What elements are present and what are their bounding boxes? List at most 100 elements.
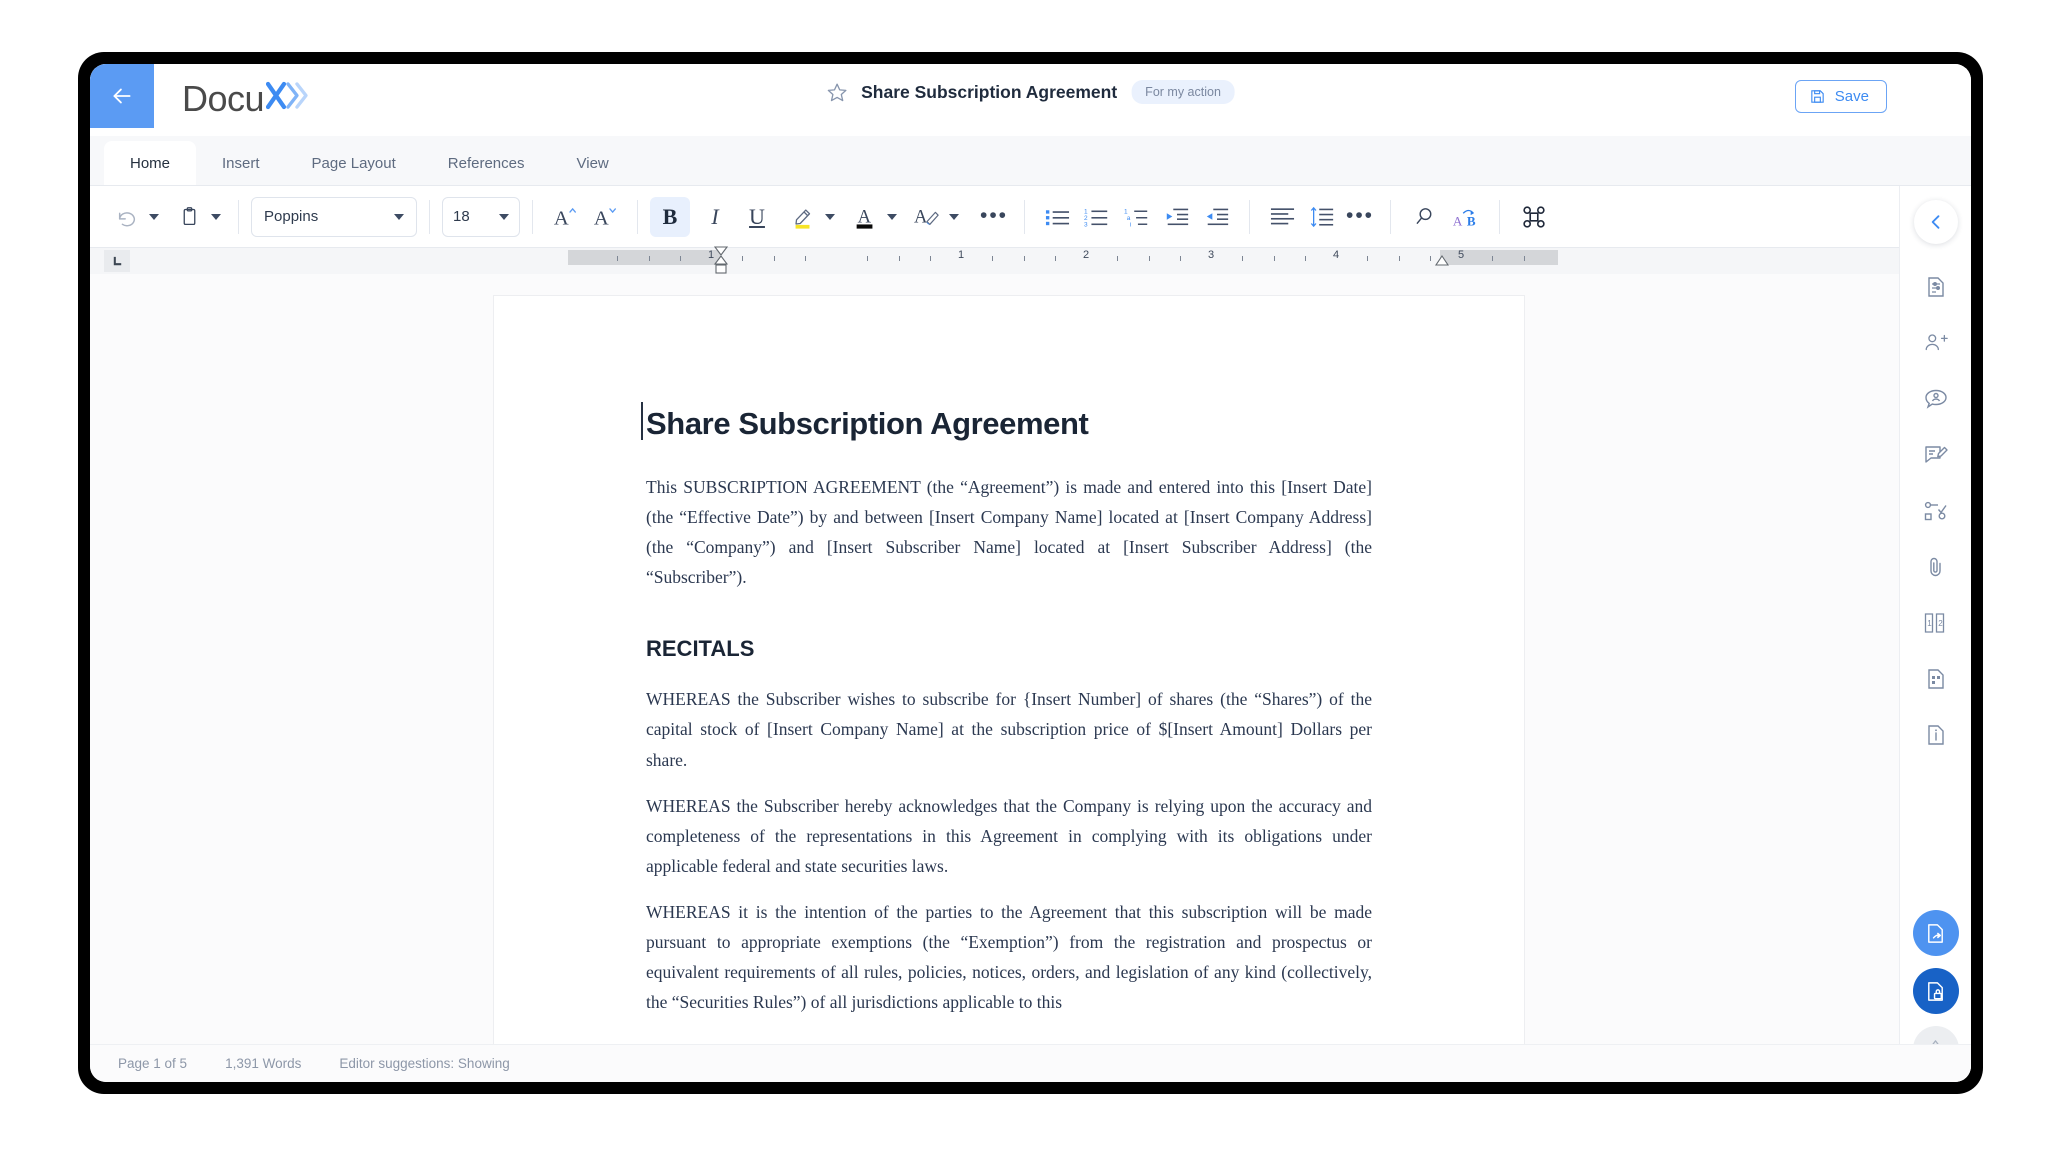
- document-lock-icon: [1928, 981, 1943, 1001]
- sidebar-item-document-properties[interactable]: [1921, 272, 1951, 302]
- save-button[interactable]: Save: [1794, 80, 1887, 113]
- tab-home[interactable]: Home: [104, 141, 197, 185]
- ruler-tick: [679, 256, 681, 261]
- document-page[interactable]: Share Subscription Agreement This SUBSCR…: [494, 296, 1524, 1044]
- bold-button[interactable]: B: [650, 196, 690, 237]
- ruler-left-margin-band: [568, 250, 720, 265]
- collapse-panel-button[interactable]: [1913, 200, 1958, 244]
- tab-page-layout[interactable]: Page Layout: [286, 141, 422, 185]
- document-section-heading: RECITALS: [646, 636, 755, 662]
- chevron-down-icon: [825, 213, 835, 220]
- page-indicator[interactable]: Page 1 of 5: [118, 1056, 187, 1071]
- ruler-tick: [1242, 256, 1244, 261]
- paste-button[interactable]: [172, 197, 206, 237]
- add-person-icon: [1925, 334, 1948, 351]
- document-properties-icon: [1927, 277, 1944, 297]
- svg-text:A: A: [1453, 213, 1463, 228]
- font-color-dropdown[interactable]: [882, 213, 902, 220]
- document-title-area: Share Subscription Agreement For my acti…: [826, 80, 1235, 104]
- multilevel-list-button[interactable]: 1 a i: [1117, 197, 1157, 237]
- x-chevron-icon: [265, 81, 308, 110]
- right-indent-marker[interactable]: [1434, 255, 1450, 274]
- toolbar-divider: [1024, 199, 1025, 234]
- decrease-font-size-button[interactable]: A: [585, 197, 625, 237]
- text-effects-dropdown[interactable]: [944, 213, 964, 220]
- underline-button[interactable]: U: [740, 197, 774, 237]
- document-paragraph-recital-1: WHEREAS the Subscriber wishes to subscri…: [646, 689, 1372, 770]
- save-label: Save: [1834, 88, 1869, 105]
- word-count[interactable]: 1,391 Words: [225, 1056, 301, 1071]
- align-left-icon: [1270, 207, 1294, 224]
- document-heading-text: Share Subscription Agreement: [646, 406, 1089, 441]
- clipboard-icon: [183, 207, 195, 226]
- editor-suggestions-status[interactable]: Editor suggestions: Showing: [339, 1056, 509, 1071]
- highlight-dropdown[interactable]: [820, 213, 840, 220]
- ruler-tick: [1398, 256, 1400, 261]
- decrease-indent-button[interactable]: [1157, 197, 1197, 237]
- undo-button[interactable]: [110, 197, 144, 237]
- document-body[interactable]: Share Subscription Agreement This SUBSCR…: [494, 296, 1524, 1017]
- ruler-tick: [1492, 256, 1494, 261]
- paste-dropdown[interactable]: [206, 213, 226, 220]
- svg-text:B: B: [1467, 213, 1476, 228]
- top-bar: Docu Share Subscription Agreement For my…: [90, 64, 1971, 136]
- back-button[interactable]: [90, 64, 154, 128]
- sidebar-item-review-edit[interactable]: [1921, 440, 1951, 470]
- tab-stop-selector[interactable]: [104, 250, 130, 272]
- search-button[interactable]: [1403, 197, 1445, 237]
- italic-button[interactable]: I: [698, 197, 732, 237]
- shortcuts-button[interactable]: [1512, 197, 1556, 237]
- ruler-tick: [898, 256, 900, 261]
- favorite-star-icon[interactable]: [826, 82, 847, 103]
- tab-references[interactable]: References: [422, 141, 551, 185]
- more-paragraph-options-button[interactable]: •••: [1342, 197, 1378, 237]
- font-size-select[interactable]: 18: [442, 196, 520, 237]
- svg-text:A: A: [553, 208, 568, 229]
- sidebar-item-compare-documents[interactable]: 1 2: [1921, 608, 1951, 638]
- ribbon-tabs: Home Insert Page Layout References View: [90, 136, 1971, 186]
- text-effects-button[interactable]: A: [910, 197, 944, 237]
- ruler-tick: [617, 256, 619, 261]
- undo-dropdown[interactable]: [144, 213, 164, 220]
- font-color-button[interactable]: A: [848, 197, 882, 237]
- chevron-down-icon: [887, 213, 897, 220]
- sidebar-item-document-info[interactable]: [1921, 720, 1951, 750]
- ruler-tick: [648, 256, 650, 261]
- chevron-down-icon: [394, 213, 404, 220]
- bulleted-list-button[interactable]: [1037, 197, 1077, 237]
- ruler-tick: [804, 256, 806, 261]
- app-logo[interactable]: Docu: [182, 78, 310, 120]
- sidebar-item-comment-person[interactable]: [1921, 384, 1951, 414]
- chevron-down-icon: [149, 213, 159, 220]
- increase-font-size-button[interactable]: A: [545, 197, 585, 237]
- svg-text:A: A: [593, 208, 608, 229]
- document-heading: Share Subscription Agreement: [641, 402, 1372, 442]
- line-spacing-button[interactable]: [1302, 197, 1342, 237]
- more-font-options-button[interactable]: •••: [976, 197, 1012, 237]
- increase-indent-icon: [1206, 208, 1229, 225]
- translate-button[interactable]: A B: [1445, 197, 1487, 237]
- toolbar-divider: [1249, 199, 1250, 234]
- page-title: Share Subscription Agreement: [861, 81, 1118, 102]
- increase-indent-button[interactable]: [1197, 197, 1237, 237]
- numbered-list-button[interactable]: 1 2 3: [1077, 197, 1117, 237]
- svg-text:3: 3: [1084, 221, 1088, 228]
- conclude-document-button[interactable]: [1912, 968, 1959, 1014]
- sidebar-item-document-data[interactable]: [1921, 664, 1951, 694]
- tab-insert[interactable]: Insert: [196, 141, 286, 185]
- document-data-icon: [1927, 669, 1944, 689]
- logo-text: Docu: [182, 78, 265, 119]
- sidebar-item-add-person[interactable]: [1921, 328, 1951, 358]
- horizontal-ruler[interactable]: 112345: [568, 246, 1558, 274]
- align-left-button[interactable]: [1262, 197, 1302, 237]
- multilevel-list-icon: 1 a i: [1124, 208, 1148, 228]
- tab-view[interactable]: View: [551, 141, 635, 185]
- font-family-select[interactable]: Poppins: [251, 196, 417, 237]
- sidebar-item-workflow[interactable]: [1921, 496, 1951, 526]
- sidebar-item-attachment[interactable]: [1921, 552, 1951, 582]
- highlight-button[interactable]: [786, 197, 820, 237]
- ruler-number: 4: [1332, 249, 1340, 261]
- share-document-button[interactable]: [1912, 910, 1959, 956]
- decrease-indent-icon: [1166, 208, 1189, 225]
- toolbar-divider: [637, 199, 638, 234]
